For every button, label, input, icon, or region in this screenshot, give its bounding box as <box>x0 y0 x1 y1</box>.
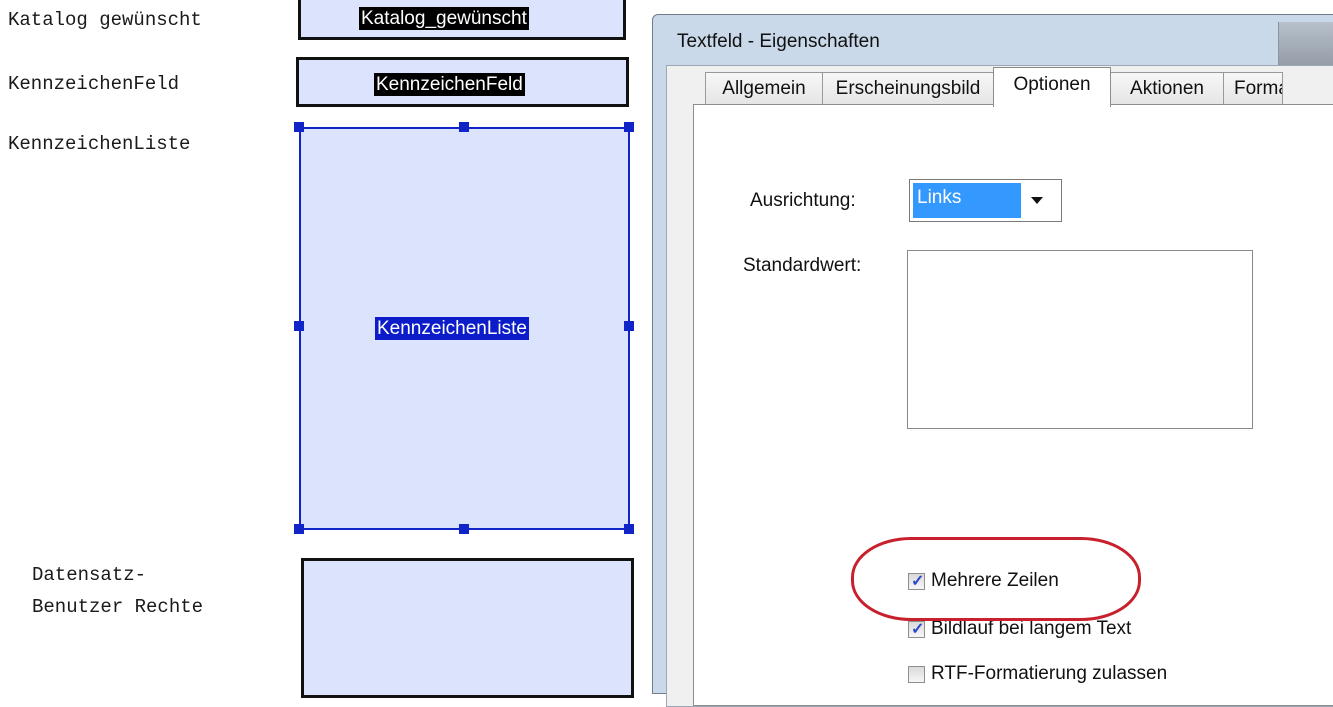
dialog-title: Textfeld - Eigenschaften <box>677 31 880 52</box>
field-katalog-gewuenscht[interactable]: Katalog_gewünscht <box>298 0 626 40</box>
resize-handle-bottom-right[interactable] <box>624 524 634 534</box>
tab-format[interactable]: Format <box>1223 72 1283 106</box>
annotation-highlight-oval <box>851 537 1141 621</box>
resize-handle-bottom-middle[interactable] <box>459 524 469 534</box>
resize-handle-middle-left[interactable] <box>294 321 304 331</box>
label-kennzeichen-liste: KennzeichenListe <box>8 133 191 155</box>
field-name-katalog: Katalog_gewünscht <box>359 7 529 30</box>
checkbox-bildlauf[interactable]: ✓ <box>908 621 925 638</box>
field-name-kennzeichen-liste: KennzeichenListe <box>375 317 529 340</box>
checkbox-rtf[interactable] <box>908 666 925 683</box>
alignment-select[interactable]: Links <box>909 179 1062 222</box>
resize-handle-top-right[interactable] <box>624 122 634 132</box>
tab-allgemein[interactable]: Allgemein <box>705 72 823 106</box>
label-katalog: Katalog gewünscht <box>8 9 202 31</box>
default-value-label: Standardwert: <box>743 255 862 276</box>
label-datensatz-line1: Datensatz- <box>32 564 147 586</box>
alignment-selected-value: Links <box>913 183 1021 218</box>
resize-handle-top-middle[interactable] <box>459 122 469 132</box>
field-name-kennzeichen-feld: KennzeichenFeld <box>374 73 525 96</box>
resize-handle-top-left[interactable] <box>294 122 304 132</box>
tab-aktionen[interactable]: Aktionen <box>1110 72 1224 106</box>
label-datensatz-line2: Benutzer Rechte <box>32 596 204 618</box>
alignment-label: Ausrichtung: <box>750 190 856 211</box>
close-button[interactable] <box>1278 22 1333 66</box>
field-kennzeichen-feld[interactable]: KennzeichenFeld <box>296 57 629 107</box>
tab-optionen[interactable]: Optionen <box>993 67 1111 107</box>
field-datensatz-benutzer-rechte[interactable] <box>301 558 634 698</box>
resize-handle-bottom-left[interactable] <box>294 524 304 534</box>
checkbox-label-bildlauf: Bildlauf bei langem Text <box>931 618 1132 639</box>
checkmark-icon: ✓ <box>911 621 925 638</box>
label-kennzeichen-feld: KennzeichenFeld <box>8 73 180 95</box>
default-value-textarea[interactable] <box>907 250 1253 429</box>
checkbox-label-rtf: RTF-Formatierung zulassen <box>931 663 1168 684</box>
resize-handle-middle-right[interactable] <box>624 321 634 331</box>
field-kennzeichen-liste[interactable]: KennzeichenListe <box>299 127 630 530</box>
chevron-down-icon[interactable] <box>1031 197 1043 204</box>
tab-erscheinungsbild[interactable]: Erscheinungsbild <box>822 72 994 106</box>
